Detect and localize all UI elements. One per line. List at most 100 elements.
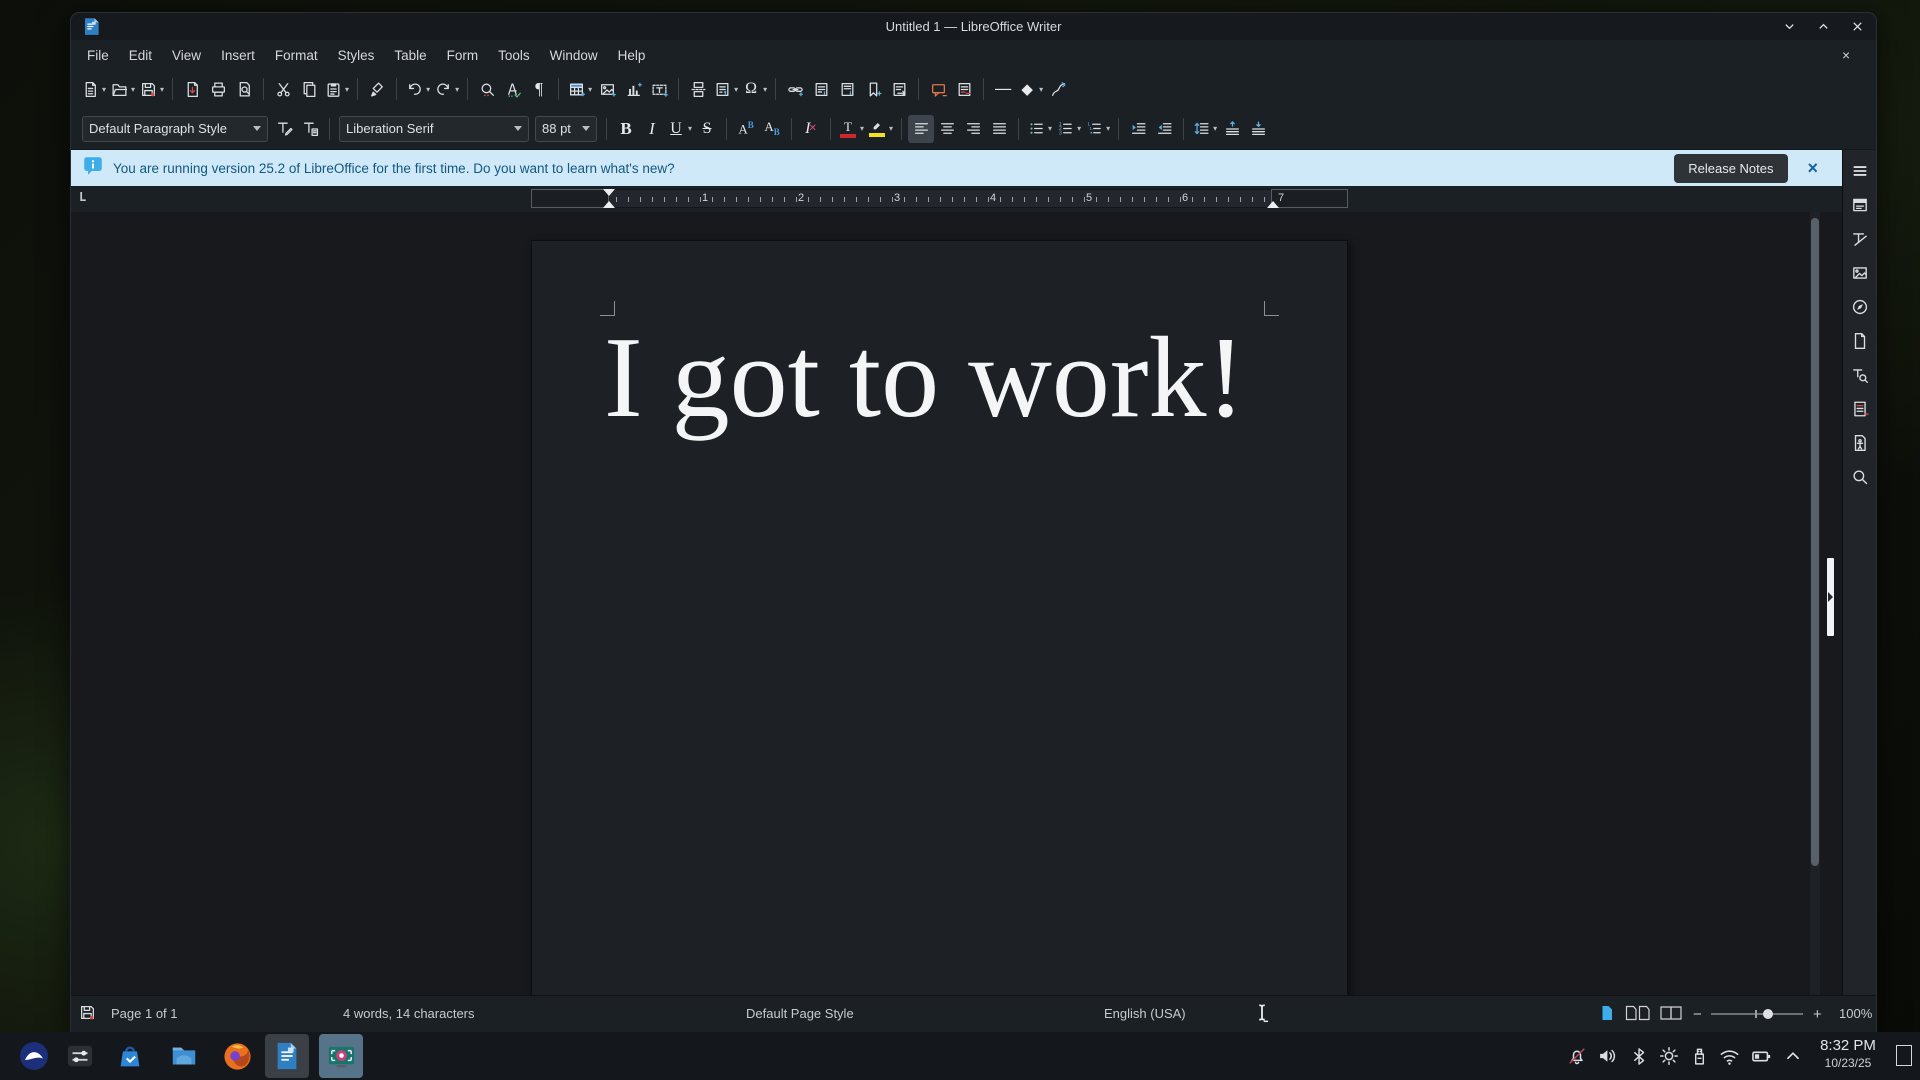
scrollbar-thumb[interactable]: [1811, 218, 1819, 866]
document-page[interactable]: I got to work!: [531, 240, 1348, 995]
redo-button[interactable]: ▾: [432, 75, 461, 103]
insert-table-button[interactable]: ▾: [565, 75, 594, 103]
italic-button[interactable]: I: [639, 115, 665, 143]
tray-do-not-disturb-icon[interactable]: [1566, 1045, 1588, 1067]
new-style-button[interactable]: [297, 115, 323, 143]
outline-list-button[interactable]: I.1.▾: [1083, 115, 1112, 143]
zoom-slider[interactable]: [1711, 1013, 1803, 1015]
insert-footnote-button[interactable]: [808, 75, 834, 103]
text-language[interactable]: English (USA): [1104, 1006, 1186, 1021]
dropdown-arrow-icon[interactable]: ▾: [1039, 85, 1043, 94]
document-area[interactable]: I got to work!: [71, 212, 1842, 995]
ordered-list-button[interactable]: 123▾: [1054, 115, 1083, 143]
dropdown-arrow-icon[interactable]: ▾: [1048, 124, 1052, 133]
taskbar-app-discover[interactable]: [108, 1034, 152, 1078]
sidebar-tab-page[interactable]: [1846, 327, 1873, 354]
zoom-out-button[interactable]: −: [1693, 1006, 1702, 1023]
print-button[interactable]: [205, 75, 231, 103]
sidebar-tab-gallery[interactable]: [1846, 259, 1873, 286]
sidebar-tab-styles[interactable]: [1846, 225, 1873, 252]
taskbar-app-firefox[interactable]: [215, 1034, 259, 1078]
sidebar-tab-style-inspector[interactable]: [1846, 361, 1873, 388]
multi-page-view-button[interactable]: [1625, 1004, 1651, 1025]
export-pdf-button[interactable]: [179, 75, 205, 103]
spelling-button[interactable]: [500, 75, 526, 103]
menu-insert[interactable]: Insert: [211, 44, 265, 67]
find-replace-button[interactable]: [474, 75, 500, 103]
open-button[interactable]: ▾: [108, 75, 137, 103]
menu-view[interactable]: View: [162, 44, 211, 67]
document-text[interactable]: I got to work!: [604, 315, 1245, 443]
update-style-button[interactable]: [271, 115, 297, 143]
paste-button[interactable]: ▾: [322, 75, 351, 103]
dropdown-arrow-icon[interactable]: ▾: [455, 85, 459, 94]
taskbar-app-launcher[interactable]: [12, 1034, 56, 1078]
insert-field-button[interactable]: ▾: [711, 75, 740, 103]
insert-hyperlink-button[interactable]: [782, 75, 808, 103]
horizontal-ruler[interactable]: 1234567: [531, 189, 1348, 208]
tray-volume-icon[interactable]: [1596, 1045, 1618, 1067]
left-indent-marker[interactable]: [603, 201, 615, 208]
sidebar-tab-navigator[interactable]: [1846, 293, 1873, 320]
print-preview-button[interactable]: [231, 75, 257, 103]
tray-tray-expand-icon[interactable]: [1782, 1045, 1804, 1067]
dropdown-arrow-icon[interactable]: ▾: [688, 124, 692, 133]
freeform-line-button[interactable]: [1045, 75, 1071, 103]
copy-button[interactable]: [296, 75, 322, 103]
dropdown-arrow-icon[interactable]: ▾: [889, 124, 893, 133]
menu-format[interactable]: Format: [265, 44, 328, 67]
tray-removable-device-icon[interactable]: [1688, 1045, 1710, 1067]
minimize-button[interactable]: [1780, 18, 1798, 36]
page-count[interactable]: Page 1 of 1: [111, 1006, 178, 1021]
menu-file[interactable]: File: [77, 44, 119, 67]
strikethrough-button[interactable]: S: [694, 115, 720, 143]
bold-button[interactable]: B: [613, 115, 639, 143]
sidebar-tab-manage-changes[interactable]: [1846, 395, 1873, 422]
sidebar-tab-accessibility-check[interactable]: [1846, 429, 1873, 456]
tray-wifi-icon[interactable]: [1718, 1045, 1740, 1067]
unsaved-changes-icon[interactable]: [79, 1004, 96, 1024]
page-style[interactable]: Default Page Style: [746, 1006, 854, 1021]
clear-formatting-button[interactable]: I✕: [798, 115, 824, 143]
new-document-button[interactable]: ▾: [79, 75, 108, 103]
zoom-slider-handle[interactable]: [1763, 1009, 1773, 1019]
tray-bluetooth-icon[interactable]: [1628, 1045, 1650, 1067]
clone-formatting-button[interactable]: [364, 75, 390, 103]
dropdown-arrow-icon[interactable]: ▾: [131, 85, 135, 94]
decrease-indent-button[interactable]: [1151, 115, 1177, 143]
decrease-paragraph-spacing-button[interactable]: [1245, 115, 1271, 143]
font-size-combo[interactable]: 88 pt: [535, 116, 597, 142]
dropdown-arrow-icon[interactable]: ▾: [588, 85, 592, 94]
word-count[interactable]: 4 words, 14 characters: [343, 1006, 475, 1021]
align-center-button[interactable]: [934, 115, 960, 143]
show-desktop-button[interactable]: [1896, 1045, 1912, 1066]
menu-tools[interactable]: Tools: [488, 44, 540, 67]
dropdown-arrow-icon[interactable]: ▾: [160, 85, 164, 94]
subscript-button[interactable]: AB: [759, 115, 785, 143]
sidebar-hide-handle[interactable]: [1827, 558, 1834, 636]
sidebar-tab-sidebar-settings[interactable]: [1846, 157, 1873, 184]
release-notes-button[interactable]: Release Notes: [1674, 154, 1787, 183]
align-left-button[interactable]: [908, 115, 934, 143]
save-button[interactable]: ▾: [137, 75, 166, 103]
paragraph-style-combo[interactable]: Default Paragraph Style: [82, 116, 268, 142]
increase-paragraph-spacing-button[interactable]: [1219, 115, 1245, 143]
insert-cross-reference-button[interactable]: [886, 75, 912, 103]
first-line-indent-marker[interactable]: [603, 189, 615, 196]
menu-window[interactable]: Window: [540, 44, 608, 67]
insert-bookmark-button[interactable]: [860, 75, 886, 103]
menu-styles[interactable]: Styles: [328, 44, 385, 67]
undo-button[interactable]: ▾: [403, 75, 432, 103]
taskbar-app-file-manager[interactable]: [162, 1034, 206, 1078]
close-document-icon[interactable]: ×: [1832, 44, 1860, 67]
insert-text-box-button[interactable]: [646, 75, 672, 103]
sidebar-tab-find[interactable]: [1846, 463, 1873, 490]
menu-edit[interactable]: Edit: [119, 44, 162, 67]
taskbar-app-system-settings[interactable]: [58, 1034, 102, 1078]
zoom-level[interactable]: 100%: [1839, 1006, 1872, 1021]
dropdown-arrow-icon[interactable]: ▾: [860, 124, 864, 133]
book-view-button[interactable]: [1659, 1004, 1685, 1025]
taskbar-app-spectacle[interactable]: [319, 1034, 363, 1078]
formatting-marks-button[interactable]: ¶: [526, 75, 552, 103]
unordered-list-button[interactable]: ▾: [1025, 115, 1054, 143]
